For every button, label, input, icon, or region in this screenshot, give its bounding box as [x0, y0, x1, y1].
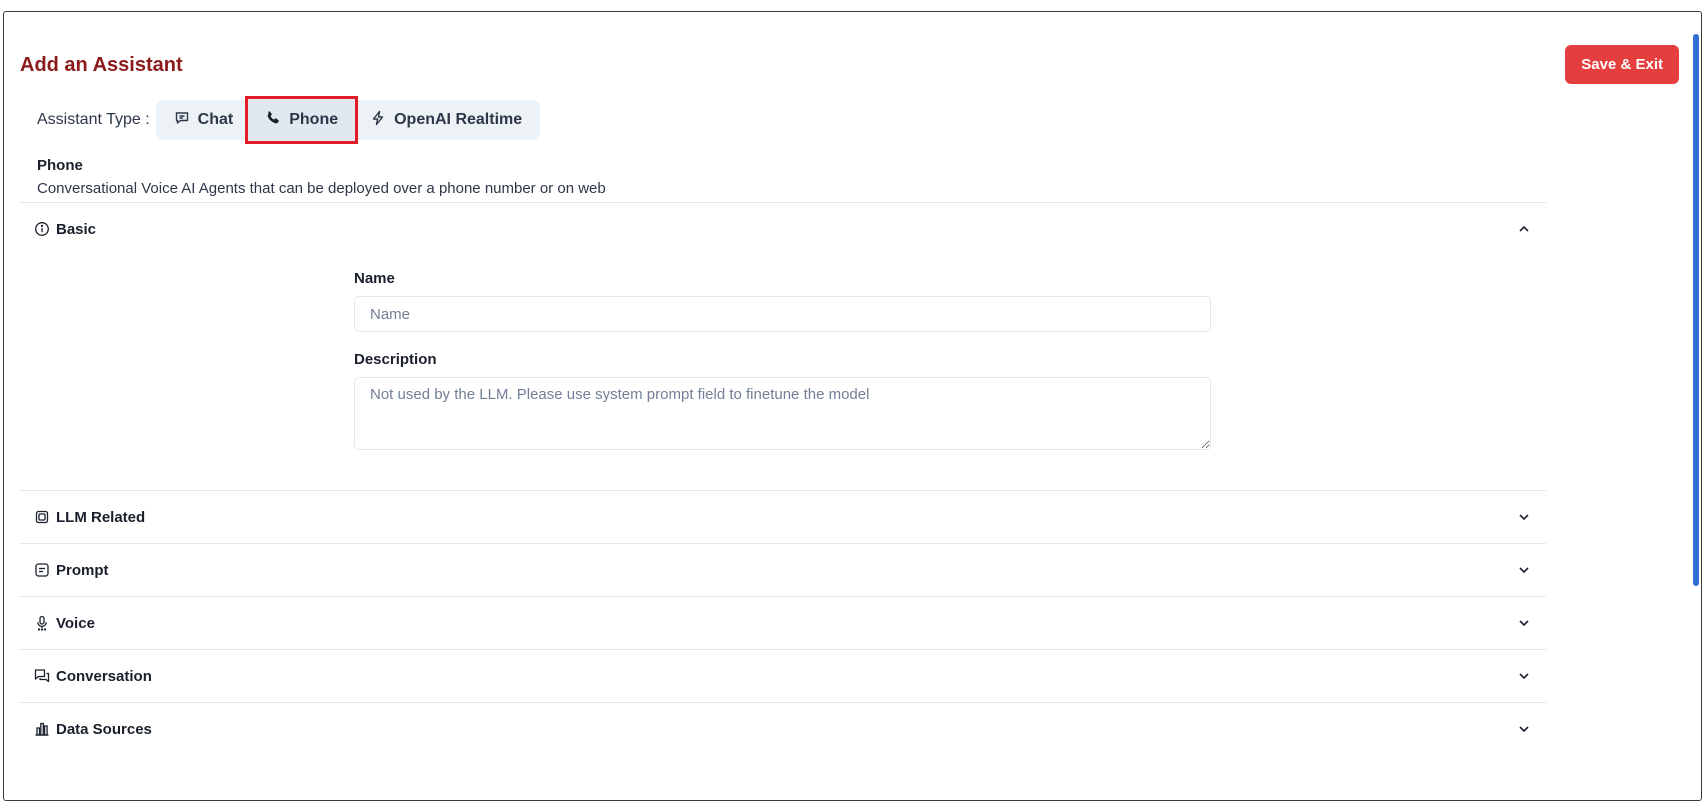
type-info-title: Phone	[37, 157, 83, 174]
chevron-down-icon	[1517, 616, 1531, 630]
type-openai-realtime-button[interactable]: OpenAI Realtime	[356, 100, 536, 140]
section-voice: Voice	[19, 596, 1546, 649]
microphone-icon	[34, 615, 50, 631]
section-prompt-label: Prompt	[56, 561, 109, 579]
chevron-down-icon	[1517, 563, 1531, 577]
section-llm-related: LLM Related	[19, 490, 1546, 543]
conversation-icon	[34, 668, 50, 684]
type-chat-label: Chat	[197, 111, 234, 128]
chevron-down-icon	[1517, 669, 1531, 683]
section-prompt: Prompt	[19, 543, 1546, 596]
section-conversation-label: Conversation	[56, 667, 152, 685]
info-icon	[34, 221, 50, 237]
chevron-up-icon	[1517, 222, 1531, 236]
chip-icon	[34, 509, 50, 525]
app-frame: Add an Assistant Save & Exit Assistant T…	[3, 11, 1702, 801]
prompt-icon	[34, 562, 50, 578]
description-textarea[interactable]	[354, 377, 1211, 450]
type-chat-button[interactable]: Chat	[160, 100, 248, 140]
chevron-down-icon	[1517, 722, 1531, 736]
assistant-type-info: Phone Conversational Voice AI Agents tha…	[37, 157, 606, 197]
type-info-description: Conversational Voice AI Agents that can …	[37, 180, 606, 197]
section-conversation: Conversation	[19, 649, 1546, 702]
settings-accordion: Basic Name Description	[19, 202, 1546, 755]
section-voice-label: Voice	[56, 614, 95, 632]
type-phone-label: Phone	[289, 111, 339, 128]
section-data-sources-label: Data Sources	[56, 720, 152, 738]
section-basic-body: Name Description	[19, 255, 1546, 490]
name-input[interactable]	[354, 296, 1211, 332]
page-title: Add an Assistant	[20, 54, 183, 76]
lightning-icon	[370, 110, 386, 131]
description-label: Description	[354, 351, 437, 368]
section-conversation-header[interactable]: Conversation	[19, 650, 1546, 702]
data-sources-icon	[34, 721, 50, 737]
section-basic-label: Basic	[56, 220, 97, 238]
chat-bubble-icon	[174, 110, 190, 131]
section-basic: Basic Name Description	[19, 202, 1546, 490]
section-data-sources-header[interactable]: Data Sources	[19, 703, 1546, 755]
phone-icon	[265, 110, 281, 131]
type-openai-realtime-label: OpenAI Realtime	[394, 111, 523, 128]
chevron-down-icon	[1517, 510, 1531, 524]
vertical-scrollbar[interactable]	[1693, 34, 1699, 586]
assistant-type-toggle-group: Chat Phone OpenAI Realtime	[155, 96, 541, 144]
section-voice-header[interactable]: Voice	[19, 597, 1546, 649]
section-basic-header[interactable]: Basic	[19, 203, 1546, 255]
type-phone-button[interactable]: Phone	[245, 96, 359, 144]
section-llm-related-label: LLM Related	[56, 508, 146, 526]
section-prompt-header[interactable]: Prompt	[19, 544, 1546, 596]
assistant-type-label: Assistant Type :	[37, 111, 150, 128]
section-llm-related-header[interactable]: LLM Related	[19, 491, 1546, 543]
section-data-sources: Data Sources	[19, 702, 1546, 755]
save-exit-button[interactable]: Save & Exit	[1565, 45, 1679, 84]
assistant-type-row: Assistant Type : Chat Phone OpenAI Realt…	[37, 96, 541, 144]
name-label: Name	[354, 270, 395, 287]
